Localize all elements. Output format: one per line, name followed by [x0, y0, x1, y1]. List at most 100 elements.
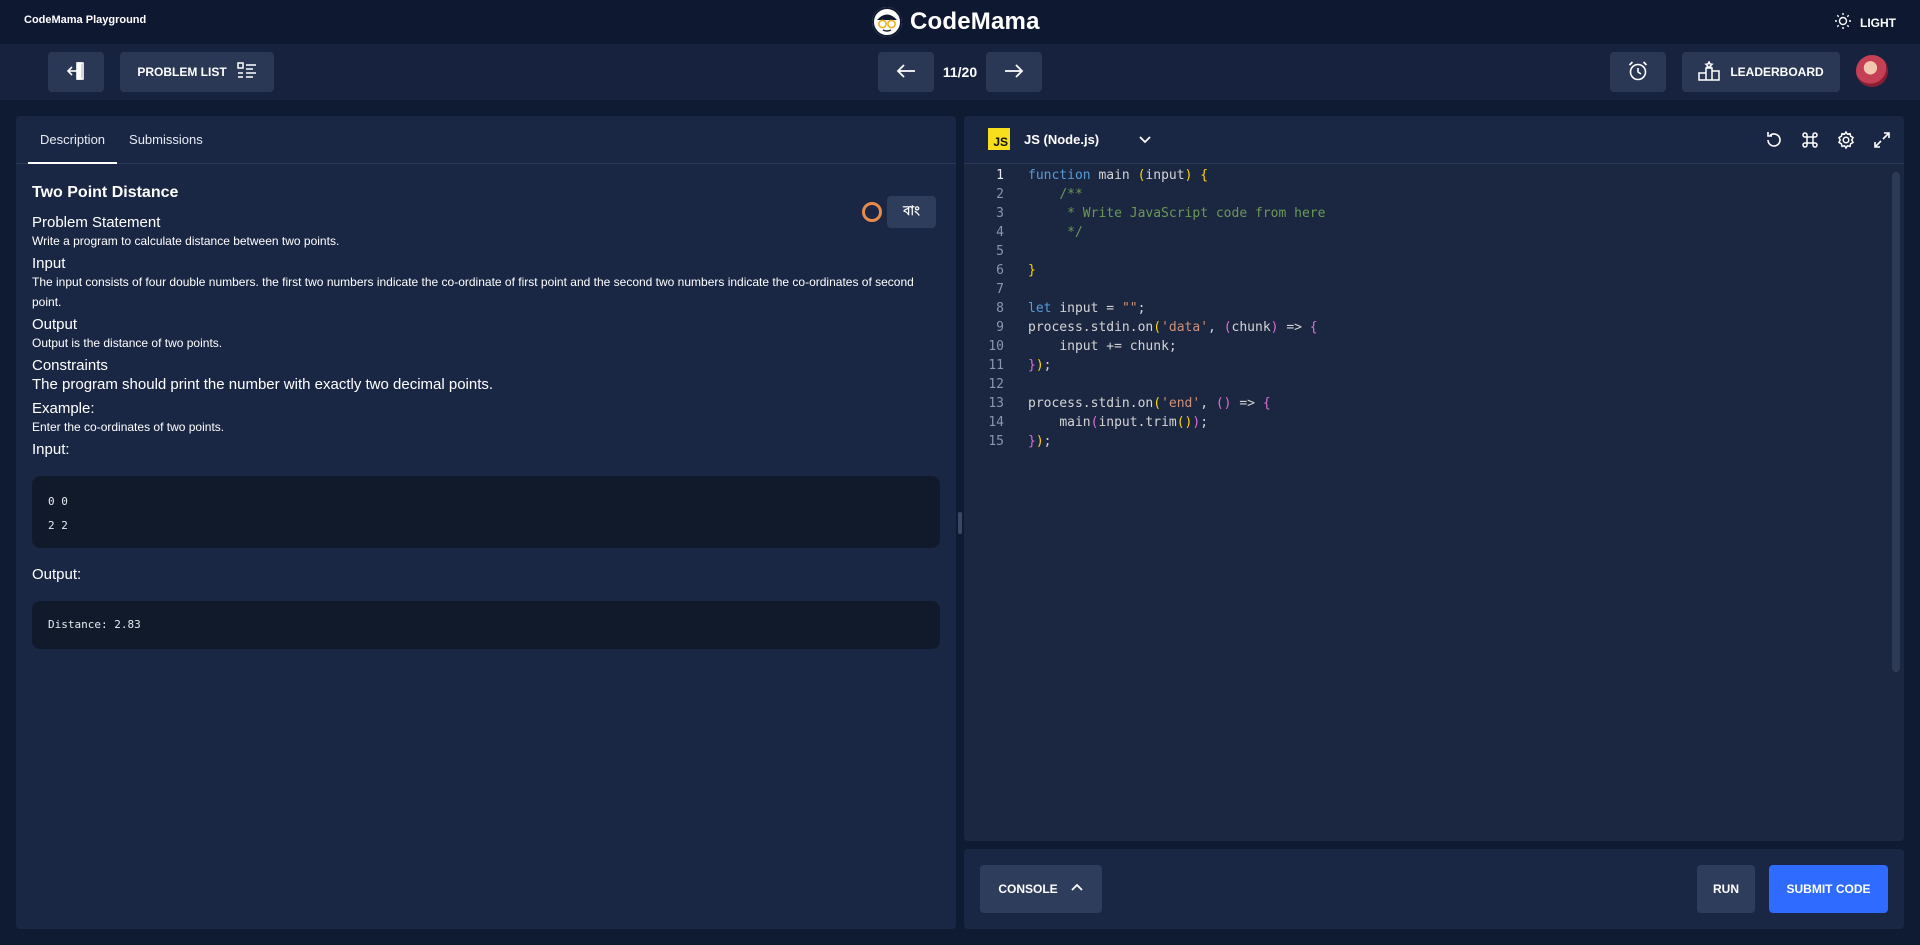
resize-handle[interactable]: [958, 512, 962, 534]
line-number: 6: [996, 263, 1004, 278]
expand-icon[interactable]: [1872, 130, 1892, 150]
output-text: Output is the distance of two points.: [32, 336, 223, 350]
line-number: 9: [996, 320, 1004, 335]
code-line: 1 function main (input) {: [964, 166, 1904, 185]
example-input-label: Input:: [32, 441, 70, 458]
line-number: 4: [996, 225, 1004, 240]
language-select[interactable]: JS (Node.js): [1024, 132, 1099, 147]
arrow-right-icon: [1004, 63, 1024, 82]
arrow-left-icon: [896, 63, 916, 82]
example-output-label: Output:: [32, 566, 82, 583]
previous-button[interactable]: [878, 52, 934, 92]
code-line: 7: [964, 280, 1904, 299]
problem-list-button[interactable]: PROBLEM LIST: [120, 52, 274, 92]
line-number: 2: [996, 187, 1004, 202]
line-number: 15: [988, 434, 1004, 449]
code-line: 4 */: [964, 223, 1904, 242]
input-heading: Input: [32, 255, 66, 272]
example-text: Enter the co-ordinates of two points.: [32, 420, 225, 434]
problem-panel: Description Submissions Two Point Distan…: [16, 116, 956, 929]
tab-description[interactable]: Description: [28, 116, 118, 164]
example-input-line: 0 0: [48, 495, 68, 508]
chevron-down-icon[interactable]: [1138, 132, 1152, 151]
problem-content: Two Point Distance বাং Problem Statement…: [16, 184, 956, 649]
statement-text: Write a program to calculate distance be…: [32, 234, 340, 248]
editor-header: JS JS (Node.js): [964, 116, 1904, 164]
tab-submissions[interactable]: Submissions: [117, 116, 215, 163]
example-output-line: Distance: 2.83: [48, 618, 141, 631]
next-button[interactable]: [986, 52, 1042, 92]
line-number: 8: [996, 301, 1004, 316]
editor-panel: JS JS (Node.js) 1 function main (input) {…: [964, 116, 1904, 841]
theme-label: LIGHT: [1860, 15, 1896, 30]
code-line: 10 input += chunk;: [964, 337, 1904, 356]
code-line: 12: [964, 375, 1904, 394]
code-line: 9 process.stdin.on('data', (chunk) => {: [964, 318, 1904, 337]
example-input-box: 0 0 2 2: [32, 476, 940, 548]
problem-tabs: Description Submissions: [16, 116, 956, 164]
line-number: 11: [988, 358, 1004, 373]
top-bar: CodeMama Playground CodeMama LIGHT: [0, 0, 1920, 44]
logo-icon: [872, 7, 902, 37]
line-number: 14: [988, 415, 1004, 430]
submit-label: SUBMIT CODE: [1786, 882, 1871, 896]
console-label: CONSOLE: [998, 882, 1058, 896]
code-line: 14 main(input.trim());: [964, 413, 1904, 432]
logo-text: CodeMama: [910, 8, 1040, 35]
action-bar: CONSOLE RUN SUBMIT CODE: [964, 849, 1904, 929]
podium-icon: [1698, 59, 1721, 84]
code-editor[interactable]: 1 function main (input) { 2 /** 3 * Write…: [964, 164, 1904, 841]
output-heading: Output: [32, 316, 78, 333]
sun-icon: [1834, 12, 1852, 33]
input-text: The input consists of four double number…: [32, 275, 914, 309]
language-toggle-button[interactable]: বাং: [887, 196, 936, 228]
leaderboard-button[interactable]: LEADERBOARD: [1682, 52, 1840, 92]
app-name: CodeMama Playground: [24, 14, 147, 26]
line-number: 13: [988, 396, 1004, 411]
line-number: 10: [988, 339, 1004, 354]
gear-icon[interactable]: [1836, 130, 1856, 150]
code-line: 3 * Write JavaScript code from here: [964, 204, 1904, 223]
code-line: 8 let input = "";: [964, 299, 1904, 318]
run-button[interactable]: RUN: [1697, 865, 1755, 913]
reset-icon[interactable]: [1764, 130, 1784, 150]
submit-code-button[interactable]: SUBMIT CODE: [1769, 865, 1888, 913]
toolbar: PROBLEM LIST 11/20 LEADERBOARD: [0, 44, 1920, 100]
leaderboard-label: LEADERBOARD: [1730, 65, 1824, 79]
example-input-line: 2 2: [48, 519, 68, 532]
console-toggle-button[interactable]: CONSOLE: [980, 865, 1102, 913]
timer-button[interactable]: [1610, 52, 1666, 92]
alarm-clock-icon: [1627, 60, 1649, 85]
chevron-up-icon: [1070, 881, 1084, 898]
line-number: 1: [996, 168, 1004, 183]
run-label: RUN: [1713, 882, 1739, 896]
list-icon: [236, 61, 257, 83]
command-icon[interactable]: [1800, 130, 1820, 150]
code-line: 11});: [964, 356, 1904, 375]
line-number: 12: [988, 377, 1004, 392]
status-ring-icon: [862, 202, 882, 222]
avatar[interactable]: [1856, 55, 1888, 87]
code-line: 2 /**: [964, 185, 1904, 204]
line-number: 7: [996, 282, 1004, 297]
logo[interactable]: CodeMama: [872, 7, 1040, 37]
constraints-text: The program should print the number with…: [32, 376, 494, 393]
code-line: 13 process.stdin.on('end', () => {: [964, 394, 1904, 413]
line-number: 5: [996, 244, 1004, 259]
code-line: 5: [964, 242, 1904, 261]
exit-icon: [65, 60, 87, 85]
code-line: 15});: [964, 432, 1904, 451]
constraints-heading: Constraints: [32, 357, 108, 374]
js-logo-icon: JS: [988, 128, 1010, 150]
editor-scrollbar[interactable]: [1892, 172, 1900, 672]
problem-list-label: PROBLEM LIST: [137, 65, 227, 79]
example-output-box: Distance: 2.83: [32, 601, 940, 649]
problem-title: Two Point Distance: [32, 184, 179, 201]
exit-button[interactable]: [48, 52, 104, 92]
problem-counter: 11/20: [942, 64, 978, 80]
code-line: 6}: [964, 261, 1904, 280]
example-heading: Example:: [32, 400, 95, 417]
line-number: 3: [996, 206, 1004, 221]
theme-toggle[interactable]: LIGHT: [1834, 12, 1896, 33]
statement-heading: Problem Statement: [32, 214, 161, 231]
